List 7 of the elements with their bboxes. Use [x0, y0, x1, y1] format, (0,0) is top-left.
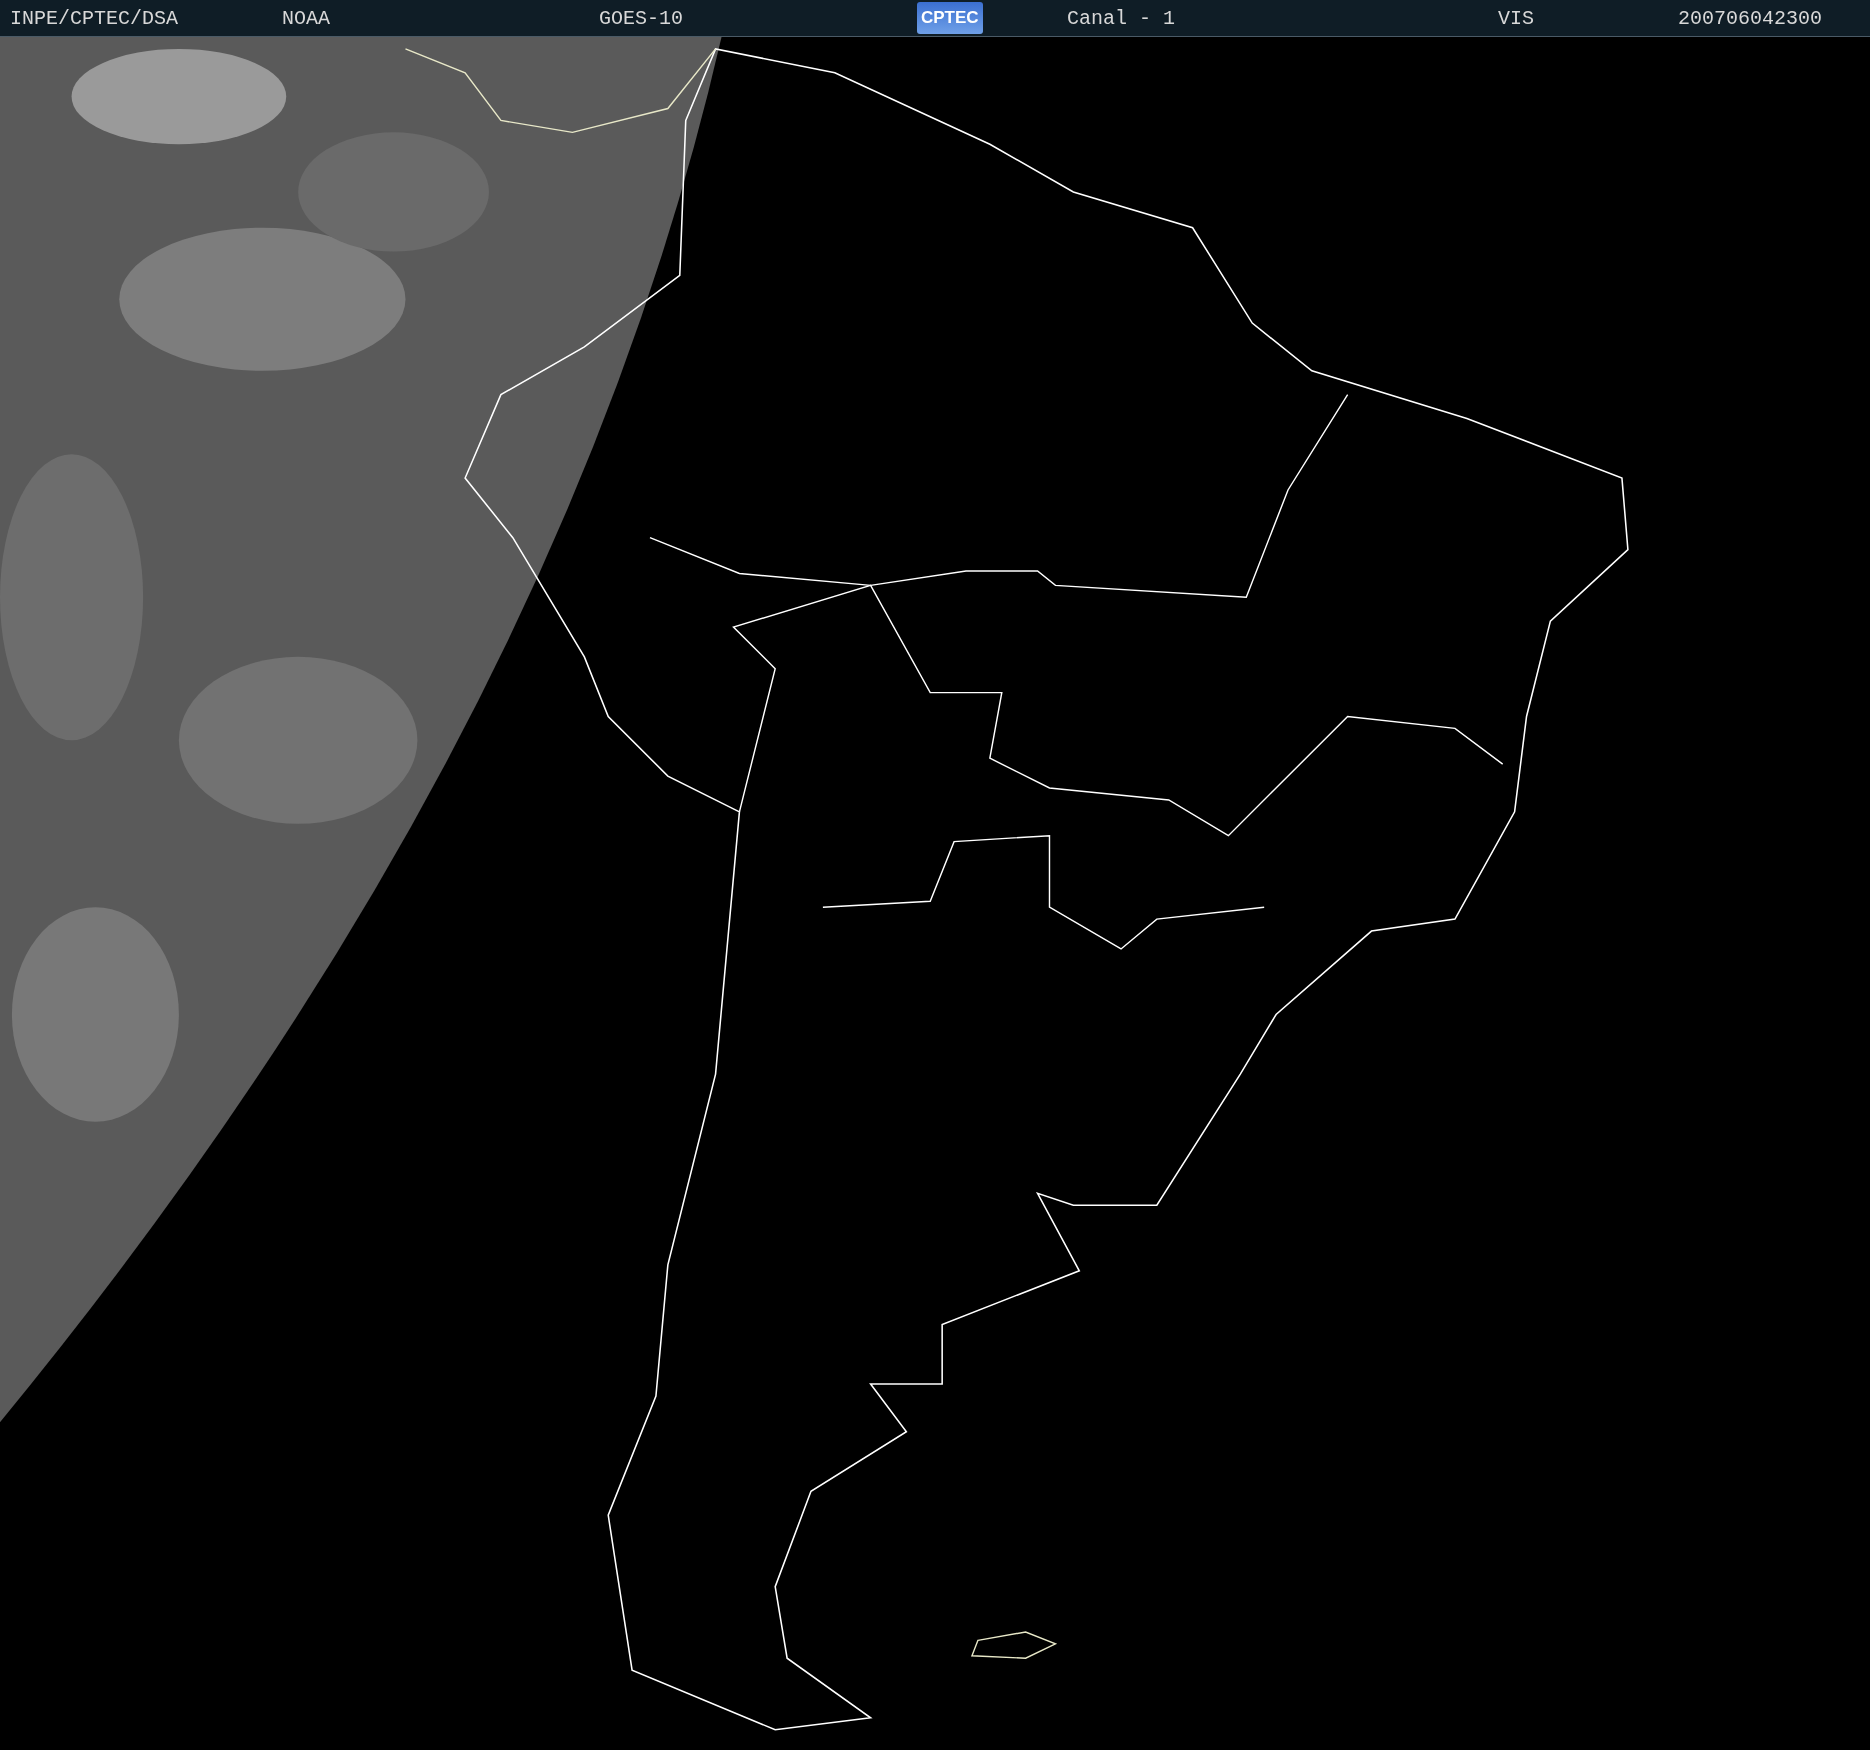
- header-label: 200706042300: [1678, 6, 1823, 30]
- header-label: GOES-10: [599, 6, 683, 30]
- header-label: Canal - 1: [1067, 6, 1176, 30]
- logo: CPTEC: [917, 2, 983, 34]
- header-label: NOAA: [282, 6, 330, 30]
- header-label: VIS: [1498, 6, 1534, 30]
- header-label: INPE/CPTEC/DSA: [10, 6, 179, 30]
